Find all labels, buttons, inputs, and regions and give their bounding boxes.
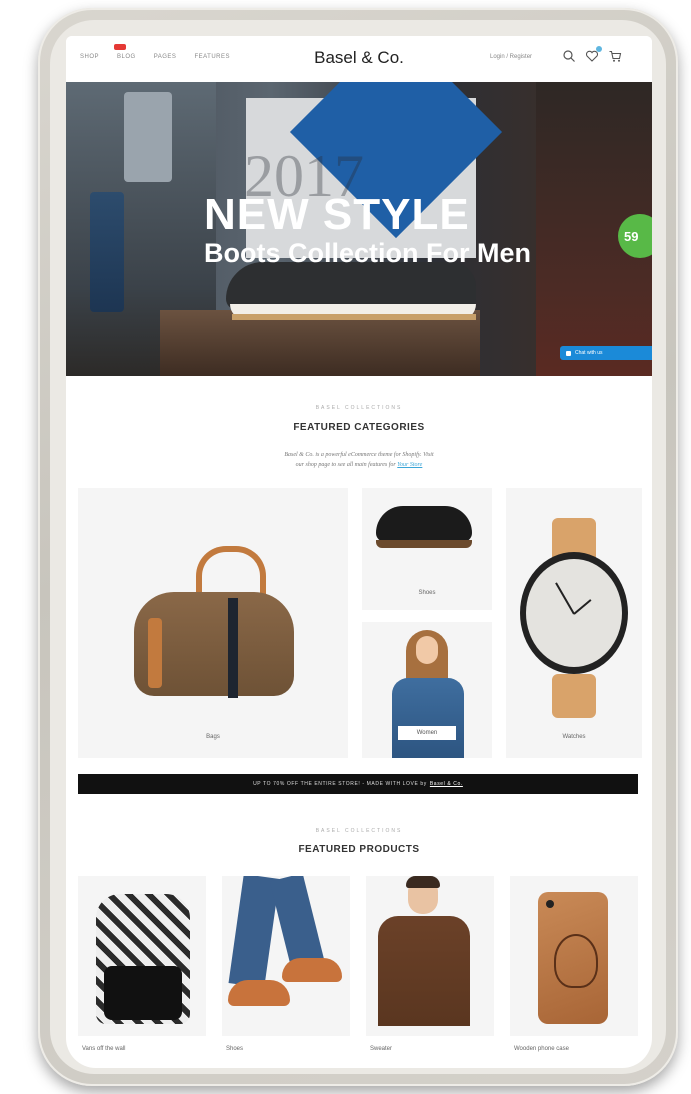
jeans-right-leg [269,876,325,969]
nav-icons [562,46,622,63]
categories-description-line2: our shop page to see all main features f… [295,462,396,468]
product-name-shoes[interactable]: Shoes [226,1046,243,1052]
products-kicker: BASEL COLLECTIONS [315,828,403,834]
login-register-link[interactable]: Login / Register [490,54,532,60]
search-icon[interactable] [562,49,576,63]
woman-face [416,636,438,664]
hero-jeans [90,192,124,312]
product-name-backpack[interactable]: Vans off the wall [82,1046,125,1052]
category-label-women: Women [398,726,456,740]
promo-text: UP TO 70% OFF THE ENTIRE STORE! - MADE W… [253,781,427,787]
hero-banner[interactable]: 2017 NEW STYLE Boots Collection For Men … [66,82,652,376]
browser-screen: Shop Blog Pages Features Basel & Co. Log… [66,36,652,1068]
category-tile-women[interactable]: Women [362,622,492,758]
shoe-right-image [282,958,342,982]
hero-title: NEW STYLE [204,190,470,239]
backpack-pocket [104,966,182,1020]
category-tile-bags[interactable]: Bags [78,488,348,758]
category-tile-shoes[interactable]: Shoes [362,488,492,610]
watch-strap-bottom [552,674,596,718]
promo-link[interactable]: Basel & Co. [430,781,463,787]
product-name-phone-case[interactable]: Wooden phone case [514,1046,569,1052]
shoe-image [376,506,472,542]
bag-trim [148,618,162,688]
cart-icon[interactable] [608,49,622,63]
wishlist-count-badge [596,46,602,52]
shoe-sole [376,540,472,548]
chat-icon [566,350,571,356]
hero-subtitle: Boots Collection For Men [204,238,531,268]
phone-camera [546,900,554,908]
model-hair [406,876,440,888]
products-title: FEATURED PRODUCTS [298,844,420,855]
hero-shirt [124,92,172,182]
product-name-sweater[interactable]: Sweater [370,1046,392,1052]
categories-kicker: BASEL COLLECTIONS [315,405,403,411]
chat-button[interactable]: Chat with us [560,346,652,360]
categories-title: FEATURED CATEGORIES [293,422,425,433]
product-tile-sweater[interactable] [366,876,494,1036]
sweater-image [378,916,470,1026]
category-label-shoes: Shoes [418,590,436,596]
heart-icon[interactable] [585,46,602,63]
product-tile-shoes[interactable] [222,876,350,1036]
woman-image [392,678,464,758]
categories-description: Basel & Co. is a powerful eCommerce them… [216,450,502,470]
categories-description-line1: Basel & Co. is a powerful eCommerce them… [284,452,434,458]
hero-boot-sole-trim [232,314,476,320]
phone-case-art [554,934,598,988]
hero-boot-image [226,262,476,310]
chat-button-label: Chat with us [575,350,603,356]
product-tile-phone-case[interactable] [510,876,638,1036]
bag-strap [228,598,238,698]
top-navigation: Shop Blog Pages Features Basel & Co. Log… [66,36,652,83]
your-store-link[interactable]: Your Store [397,462,422,468]
shoe-left-image [228,980,290,1006]
category-label-watches: Watches [562,734,586,740]
category-tile-watches[interactable]: Watches [506,488,642,758]
product-tile-backpack[interactable] [78,876,206,1036]
category-label-bags: Bags [206,734,220,740]
promo-bar: UP TO 70% OFF THE ENTIRE STORE! - MADE W… [78,774,638,794]
